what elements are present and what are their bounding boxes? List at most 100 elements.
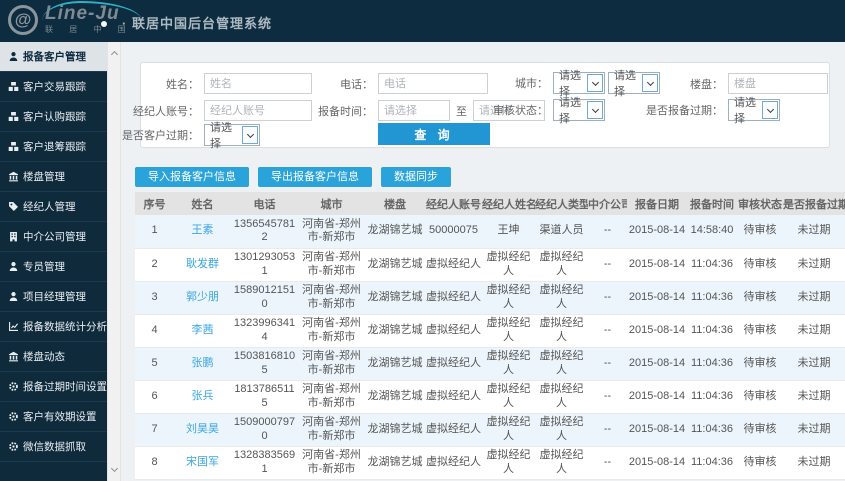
customer-name-link[interactable]: 刘昊昊	[174, 413, 231, 447]
tag-icon	[7, 201, 19, 213]
column-header: 中介公司	[588, 192, 627, 215]
city-city-select[interactable]: 请选择	[608, 70, 660, 98]
table-cell: 2	[135, 248, 174, 282]
sidebar-item-label: 专员管理	[23, 261, 65, 273]
name-label: 姓名：	[166, 78, 199, 91]
customers-table-wrap: 序号 姓名 电话 城市 楼盘 经纪人账号 经纪人姓名 经纪人类型 中介公司 报备日期 报备时间 审核状…	[135, 192, 845, 480]
table-cell: 河南省-郑州市-新郑市	[298, 446, 365, 480]
import-customers-button[interactable]: 导入报备客户信息	[135, 167, 249, 187]
table-cell: 虚拟经纪人	[535, 347, 588, 381]
sidebar-item-label: 客户退筹跟踪	[23, 141, 86, 153]
table-cell: 龙湖锦艺城	[365, 446, 425, 480]
table-cell: 龙湖锦艺城	[365, 314, 425, 348]
sidebar-item-label: 客户认购跟踪	[23, 111, 86, 123]
column-header: 经纪人类型	[535, 192, 588, 215]
sidebar-item-label: 项目经理管理	[23, 291, 86, 303]
column-header: 城市	[298, 192, 365, 215]
table-cell: 未过期	[783, 314, 845, 348]
sidebar-item-3[interactable]: 客户认购跟踪	[0, 102, 107, 132]
table-cell: 11:04:36	[687, 314, 737, 348]
table-cell: 8	[135, 446, 174, 480]
table-cell: 4	[135, 314, 174, 348]
chevron-down-icon	[587, 74, 603, 92]
sidebar-item-8[interactable]: 专员管理	[0, 252, 107, 282]
sidebar-item-13[interactable]: 客户有效期设置	[0, 402, 107, 432]
sidebar-item-7[interactable]: 中介公司管理	[0, 222, 107, 252]
sidebar-item-10[interactable]: 报备数据统计分析	[0, 312, 107, 342]
table-cell: 15038168105	[231, 347, 298, 381]
scroll-down-button[interactable]	[108, 462, 120, 477]
sidebar-item-12[interactable]: 报备过期时间设置	[0, 372, 107, 402]
person-icon	[7, 261, 19, 273]
cubes-icon	[7, 81, 19, 93]
table-cell: 15890121510	[231, 281, 298, 315]
office-icon	[7, 231, 19, 243]
table-cell: 未过期	[783, 380, 845, 414]
sidebar-item-4[interactable]: 客户退筹跟踪	[0, 132, 107, 162]
scroll-up-button[interactable]	[108, 46, 120, 61]
sidebar-item-label: 楼盘动态	[23, 351, 65, 363]
top-header: @ Line-Ju 联 居 中 国 · 联居中国后台管理系统	[0, 0, 845, 42]
customer-expired-label: 是否客户过期：	[122, 130, 199, 142]
table-cell: 50000075	[425, 215, 482, 249]
query-button[interactable]: 查 询	[378, 123, 490, 145]
data-sync-button[interactable]: 数据同步	[381, 167, 451, 187]
table-row: 7 刘昊昊 15090007970 河南省-郑州市-新郑市 龙湖锦艺城 虚拟经纪人 虚拟经纪…	[135, 413, 845, 447]
column-header: 经纪人账号	[425, 192, 482, 215]
building-input[interactable]	[728, 73, 828, 94]
report-expired-select[interactable]: 请选择	[728, 97, 780, 125]
table-cell: 15090007970	[231, 413, 298, 447]
table-cell: --	[588, 215, 627, 249]
sidebar-item-9[interactable]: 项目经理管理	[0, 282, 107, 312]
table-cell: 河南省-郑州市-新郑市	[298, 314, 365, 348]
table-row: 3 郭少朋 15890121510 河南省-郑州市-新郑市 龙湖锦艺城 虚拟经纪人 虚拟经纪…	[135, 281, 845, 315]
sidebar-item-14[interactable]: 微信数据抓取	[0, 432, 107, 462]
sidebar-item-6[interactable]: 经纪人管理	[0, 192, 107, 222]
sidebar-scrollbar[interactable]	[107, 42, 121, 481]
sidebar-item-11[interactable]: 楼盘动态	[0, 342, 107, 372]
building-label: 楼盘：	[690, 78, 723, 91]
phone-input[interactable]	[378, 73, 488, 94]
table-cell: 2015-08-14	[627, 314, 687, 348]
audit-status-select[interactable]: 请选择	[553, 97, 605, 125]
city-province-select[interactable]: 请选择	[553, 70, 605, 98]
name-input[interactable]	[204, 73, 312, 94]
table-cell: 未过期	[783, 281, 845, 315]
table-cell: 王坤	[482, 215, 535, 249]
table-cell: 河南省-郑州市-新郑市	[298, 215, 365, 249]
table-cell: 河南省-郑州市-新郑市	[298, 248, 365, 282]
sidebar-item-2[interactable]: 客户交易跟踪	[0, 72, 107, 102]
customer-name-link[interactable]: 张兵	[174, 380, 231, 414]
customer-name-link[interactable]: 耿发群	[174, 248, 231, 282]
city-label: 城市：	[515, 78, 548, 90]
agent-account-input[interactable]	[204, 100, 312, 121]
customer-name-link[interactable]: 宋国军	[174, 446, 231, 480]
export-customers-button[interactable]: 导出报备客户信息	[258, 167, 372, 187]
table-cell: 虚拟经纪人	[425, 413, 482, 447]
column-header: 楼盘	[365, 192, 425, 215]
table-row: 1 王素 13565457812 河南省-郑州市-新郑市 龙湖锦艺城 50000075 王坤…	[135, 215, 845, 249]
sidebar-item-1[interactable]: 报备客户管理	[0, 42, 107, 72]
table-header-row: 序号 姓名 电话 城市 楼盘 经纪人账号 经纪人姓名 经纪人类型 中介公司 报备日期 报备时间 审核状…	[135, 192, 845, 215]
logo-dot	[101, 21, 107, 27]
report-time-from-input[interactable]	[378, 100, 450, 121]
cubes-icon	[7, 111, 19, 123]
customer-expired-select[interactable]: 请选择	[204, 122, 260, 150]
table-cell: 6	[135, 380, 174, 414]
agent-account-label: 经纪人账号：	[133, 105, 199, 118]
table-cell: 虚拟经纪人	[482, 446, 535, 480]
customer-name-link[interactable]: 郭少朋	[174, 281, 231, 315]
table-cell: 虚拟经纪人	[535, 446, 588, 480]
sidebar-item-5[interactable]: 楼盘管理	[0, 162, 107, 192]
table-cell: 待审核	[737, 281, 783, 315]
table-cell: 虚拟经纪人	[535, 380, 588, 414]
customer-name-link[interactable]: 王素	[174, 215, 231, 249]
table-cell: 虚拟经纪人	[535, 248, 588, 282]
table-cell: 龙湖锦艺城	[365, 347, 425, 381]
table-cell: 11:04:36	[687, 413, 737, 447]
customer-name-link[interactable]: 张鹏	[174, 347, 231, 381]
gear-icon	[7, 441, 19, 453]
customer-name-link[interactable]: 李茜	[174, 314, 231, 348]
table-cell: 待审核	[737, 413, 783, 447]
table-cell: 2015-08-14	[627, 380, 687, 414]
